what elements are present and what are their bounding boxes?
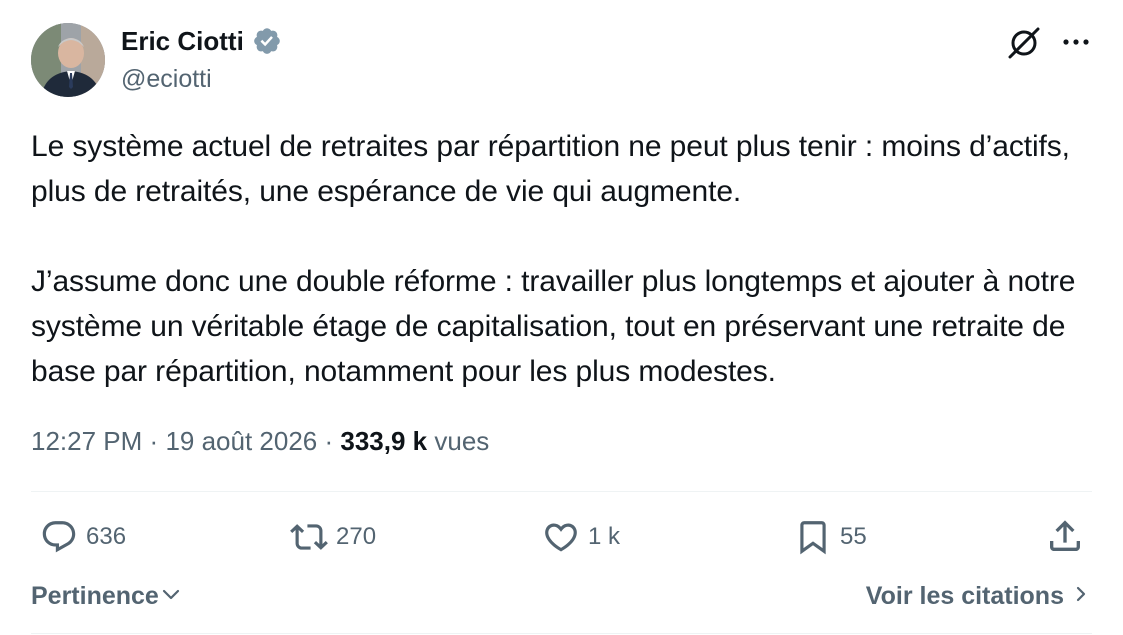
author-name-text[interactable]: Eric Ciotti bbox=[121, 24, 244, 58]
tweet-paragraph: J’assume donc une double réforme : trava… bbox=[31, 265, 1076, 388]
view-quotes-link[interactable]: Voir les citations bbox=[866, 578, 1088, 614]
chevron-right-icon bbox=[1074, 578, 1088, 614]
reply-icon bbox=[40, 518, 78, 556]
tweet-date[interactable]: 19 août 2026 bbox=[165, 426, 317, 456]
avatar[interactable] bbox=[31, 23, 105, 97]
tweet-card: Eric Ciotti @eciotti Le système actuel d… bbox=[0, 0, 1123, 635]
verified-badge-icon[interactable] bbox=[252, 26, 282, 56]
meta-separator: · bbox=[324, 426, 334, 456]
divider bbox=[31, 633, 1092, 634]
more-icon[interactable] bbox=[1060, 28, 1092, 56]
like-button[interactable]: 1 k bbox=[542, 516, 620, 558]
grok-icon[interactable] bbox=[1006, 25, 1042, 61]
sort-dropdown[interactable]: Pertinence bbox=[31, 578, 181, 614]
share-icon[interactable] bbox=[1045, 516, 1085, 556]
repost-button[interactable]: 270 bbox=[290, 516, 376, 558]
divider bbox=[31, 491, 1092, 492]
reply-button[interactable]: 636 bbox=[40, 516, 126, 558]
bookmark-icon bbox=[794, 518, 832, 556]
chevron-down-icon bbox=[161, 578, 181, 614]
reply-count: 636 bbox=[86, 523, 127, 550]
repost-count: 270 bbox=[336, 523, 377, 550]
views-count: 333,9 k bbox=[340, 426, 428, 456]
like-icon bbox=[542, 518, 580, 556]
like-count: 1 k bbox=[588, 523, 621, 550]
author-name[interactable]: Eric Ciotti bbox=[121, 24, 282, 58]
bookmark-button[interactable]: 55 bbox=[794, 516, 867, 558]
bookmark-count: 55 bbox=[840, 523, 867, 550]
meta-separator: · bbox=[149, 426, 159, 456]
author-handle[interactable]: @eciotti bbox=[121, 63, 212, 95]
quotes-label: Voir les citations bbox=[865, 582, 1064, 610]
views-label: vues bbox=[434, 426, 490, 456]
tweet-meta: 12:27 PM · 19 août 2026 · 333,9 k vues bbox=[31, 423, 489, 459]
tweet-time[interactable]: 12:27 PM bbox=[31, 426, 142, 456]
sort-label: Pertinence bbox=[31, 582, 159, 610]
repost-icon bbox=[290, 518, 328, 556]
tweet-paragraph: Le système actuel de retraites par répar… bbox=[31, 130, 1070, 208]
tweet-text: Le système actuel de retraites par répar… bbox=[31, 124, 1106, 394]
